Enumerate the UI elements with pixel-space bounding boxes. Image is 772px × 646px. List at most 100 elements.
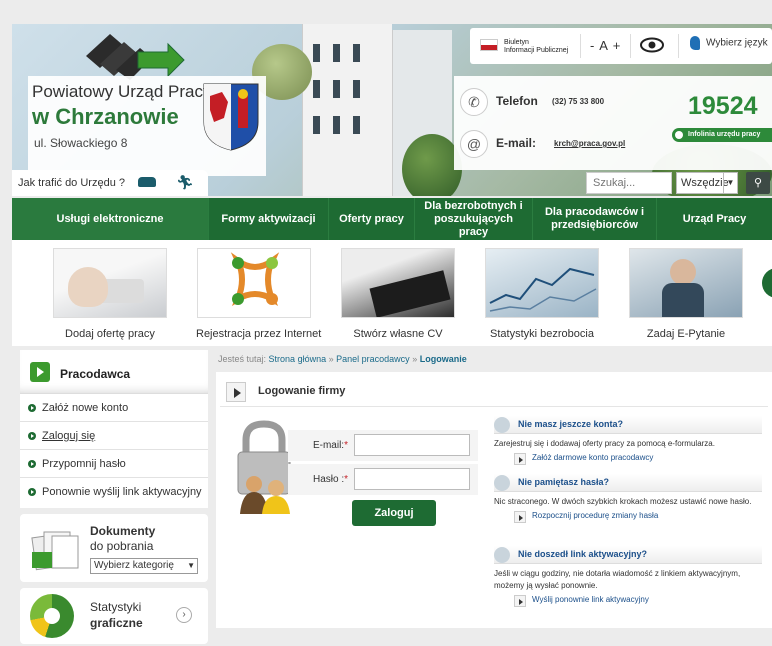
helpline-box[interactable]: 19524 Infolinia urzędu pracy bbox=[658, 76, 772, 170]
stats-title: Statystyki bbox=[90, 600, 142, 614]
tile-add-offer-label: Dodaj ofertę pracy bbox=[65, 328, 155, 340]
help-header: Nie masz jeszcze konta? bbox=[494, 416, 762, 434]
breadcrumb-panel[interactable]: Panel pracodawcy bbox=[336, 354, 410, 364]
play-arrow-icon bbox=[514, 453, 526, 465]
help-text: Zarejestruj się i dodawaj oferty pracy z… bbox=[494, 439, 715, 448]
play-arrow-icon bbox=[514, 511, 526, 523]
user-key-icon bbox=[494, 475, 510, 491]
email-field-label: E-mail:* bbox=[312, 440, 348, 451]
search-input[interactable] bbox=[586, 172, 672, 194]
pie-chart-icon bbox=[30, 594, 74, 638]
phone-icon: ✆ bbox=[460, 88, 488, 116]
tile-create-cv[interactable]: Stwórz własne CV bbox=[340, 248, 456, 340]
top-toolbar: Biuletyn Informacji Publicznej - A + Wyb… bbox=[470, 28, 772, 64]
page: Powiatowy Urząd Pracy w Chrzanowie ul. S… bbox=[0, 0, 772, 646]
create-account-link[interactable]: Załóż darmowe konto pracodawcy bbox=[514, 453, 762, 465]
bullet-arrow-icon bbox=[28, 432, 36, 440]
chevron-right-icon[interactable]: › bbox=[176, 607, 192, 623]
stats-subtitle: graficzne bbox=[90, 616, 143, 630]
password-field[interactable] bbox=[354, 468, 470, 490]
email-address[interactable]: krch@praca.gov.pl bbox=[554, 139, 625, 148]
tile-create-cv-label: Stwórz własne CV bbox=[353, 328, 443, 340]
change-password-link[interactable]: Rozpocznij procedurę zmiany hasła bbox=[514, 511, 762, 523]
helpline-number: 19524 bbox=[688, 92, 758, 120]
tile-e-question-image bbox=[629, 248, 743, 318]
bullet-arrow-icon bbox=[28, 460, 36, 468]
tile-e-question[interactable]: Zadaj E-Pytanie bbox=[628, 248, 744, 340]
add-user-icon bbox=[494, 417, 510, 433]
page-title: Logowanie firmy bbox=[258, 385, 346, 397]
nav-item-unemployed[interactable]: Dla bezrobotnych i poszukujących pracy bbox=[414, 198, 532, 240]
bip-label-line1: Biuletyn bbox=[504, 39, 529, 46]
section-header: Logowanie firmy bbox=[226, 380, 426, 402]
coat-of-arms-icon bbox=[203, 83, 259, 151]
main-nav: Usługi elektroniczne Formy aktywizacji O… bbox=[12, 198, 772, 240]
login-button[interactable]: Zaloguj bbox=[352, 500, 436, 526]
help-text: Nic straconego. W dwóch szybkich krokach… bbox=[494, 497, 752, 506]
breadcrumb-separator: » bbox=[412, 354, 418, 364]
password-field-label: Hasło :* bbox=[312, 474, 348, 485]
nav-item-employers[interactable]: Dla pracodawców i przedsiębiorców bbox=[532, 198, 656, 240]
building-image bbox=[302, 24, 392, 196]
tile-stats-image bbox=[485, 248, 599, 318]
language-select[interactable]: Wybierz język bbox=[690, 36, 768, 50]
help-text: Jeśli w ciągu godziny, nie dotarła wiado… bbox=[494, 569, 741, 590]
breadcrumb-home[interactable]: Strona główna bbox=[269, 354, 327, 364]
menu-item-resend-activation[interactable]: Ponownie wyślij link aktywacyjny bbox=[20, 478, 208, 506]
nav-item-job-offers[interactable]: Oferty pracy bbox=[328, 198, 414, 240]
menu-item-create-account[interactable]: Załóż nowe konto bbox=[20, 394, 208, 422]
search-scope-value: Wszędzie bbox=[681, 177, 729, 189]
help-link-label: Załóż darmowe konto pracodawcy bbox=[532, 453, 654, 462]
car-icon[interactable] bbox=[138, 177, 156, 187]
nav-item-labour-office[interactable]: Urząd Pracy bbox=[656, 198, 772, 240]
menu-item-login[interactable]: Zaloguj się bbox=[20, 422, 208, 450]
font-size-control[interactable]: - A + bbox=[590, 38, 621, 53]
bullet-arrow-icon bbox=[28, 488, 36, 496]
documents-title: Dokumenty bbox=[90, 524, 156, 538]
main-content: Logowanie firmy E-mail:* Hasło :* Zalogu… bbox=[216, 372, 772, 628]
documents-category-value: Wybierz kategorię bbox=[94, 560, 174, 571]
password-row: Hasło :* bbox=[288, 464, 478, 496]
language-head-icon bbox=[690, 36, 700, 50]
breadcrumb-separator: » bbox=[328, 354, 334, 364]
help-header: Nie doszedł link aktywacyjny? bbox=[494, 546, 762, 564]
chevron-down-icon: ▼ bbox=[723, 173, 737, 193]
tile-add-offer[interactable]: Dodaj ofertę pracy bbox=[52, 248, 168, 340]
nav-item-activation-forms[interactable]: Formy aktywizacji bbox=[208, 198, 328, 240]
search-button[interactable]: ⚲ bbox=[746, 172, 770, 194]
email-label: E-mail: bbox=[496, 136, 537, 150]
phone-number[interactable]: (32) 75 33 800 bbox=[552, 97, 604, 106]
help-link-label: Wyślij ponownie link aktywacyjny bbox=[532, 595, 649, 604]
documents-panel: Dokumenty do pobrania Wybierz kategorię … bbox=[20, 514, 208, 582]
contrast-eye-icon[interactable] bbox=[640, 37, 664, 53]
menu-item-remind-password[interactable]: Przypomnij hasło bbox=[20, 450, 208, 478]
office-name-line2: w Chrzanowie bbox=[32, 104, 179, 129]
help-title: Nie doszedł link aktywacyjny? bbox=[518, 549, 648, 559]
padlock-users-icon bbox=[237, 420, 291, 514]
help-activation-link: Nie doszedł link aktywacyjny? Jeśli w ci… bbox=[494, 546, 762, 607]
menu-item-label: Przypomnij hasło bbox=[42, 458, 126, 470]
bip-flag-icon bbox=[480, 39, 498, 51]
directions-label: Jak trafić do Urzędu ? bbox=[18, 177, 125, 189]
tile-registration-image bbox=[197, 248, 311, 318]
tile-registration-label: Rejestracja przez Internet bbox=[196, 328, 322, 340]
walking-person-icon[interactable]: 🏃︎ bbox=[176, 174, 194, 191]
play-arrow-icon bbox=[30, 362, 50, 382]
language-label: Wybierz język bbox=[706, 37, 768, 49]
resend-activation-link[interactable]: Wyślij ponownie link aktywacyjny bbox=[514, 595, 762, 607]
search-area: Wszędzie ▼ ⚲ bbox=[584, 170, 772, 196]
tile-internet-registration[interactable]: Rejestracja przez Internet bbox=[196, 248, 322, 340]
menu-item-label: Ponownie wyślij link aktywacyjny bbox=[42, 486, 202, 498]
help-forgot-password: Nie pamiętasz hasła? Nic straconego. W d… bbox=[494, 474, 762, 523]
email-field[interactable] bbox=[354, 434, 470, 456]
stats-panel[interactable]: Statystyki graficzne › bbox=[20, 588, 208, 644]
employer-menu: Pracodawca Załóż nowe konto Zaloguj się … bbox=[20, 350, 208, 508]
bip-link[interactable]: Biuletyn Informacji Publicznej bbox=[504, 39, 568, 55]
nav-item-electronic-services[interactable]: Usługi elektroniczne bbox=[12, 198, 208, 240]
tiles-next-button[interactable] bbox=[762, 268, 772, 298]
search-scope-select[interactable]: Wszędzie ▼ bbox=[676, 172, 738, 194]
tile-unemployment-stats[interactable]: Statystyki bezrobocia bbox=[484, 248, 600, 340]
documents-category-select[interactable]: Wybierz kategorię ▼ bbox=[90, 558, 198, 574]
employer-menu-title: Pracodawca bbox=[60, 367, 131, 381]
breadcrumb: Jesteś tutaj: Strona główna » Panel prac… bbox=[218, 354, 467, 364]
